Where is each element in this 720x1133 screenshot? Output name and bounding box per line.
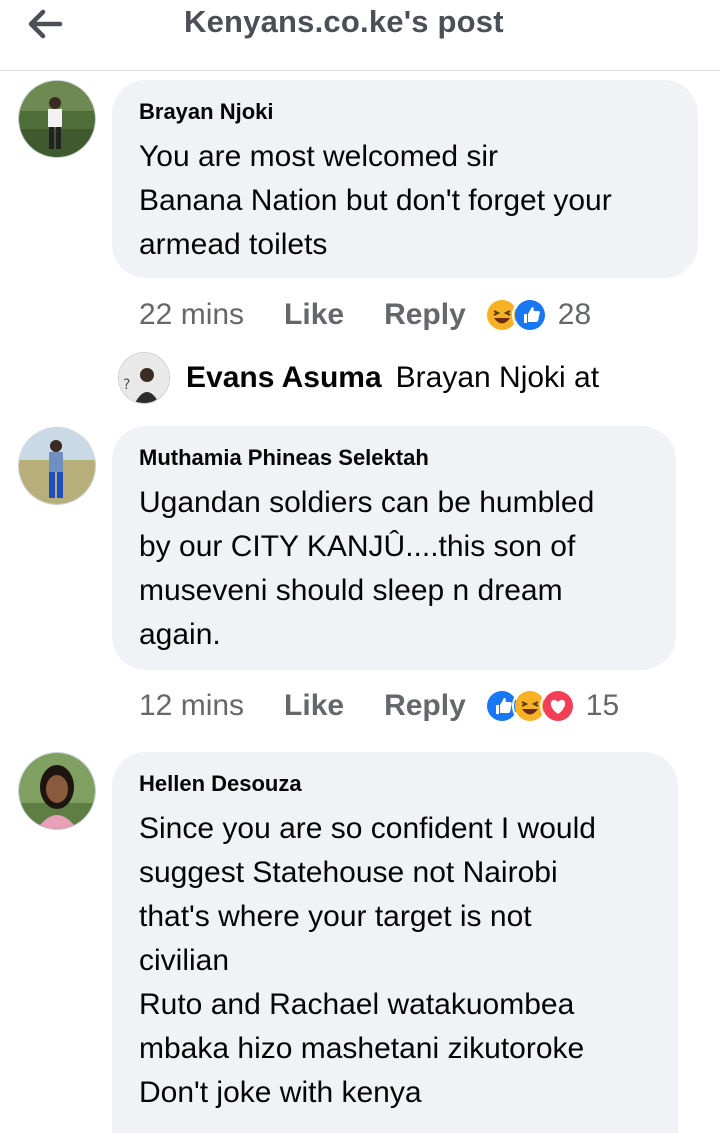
avatar[interactable]: ? — [118, 352, 170, 404]
timestamp[interactable]: 12 mins — [139, 689, 244, 723]
comment-line: You are most welcomed sir — [139, 140, 499, 173]
reply-text: Brayan Njoki at — [395, 361, 600, 394]
comment-line: suggest Statehouse not Nairobi — [139, 856, 558, 889]
avatar[interactable] — [18, 752, 96, 830]
timestamp[interactable]: 22 mins — [139, 298, 244, 332]
reply-button[interactable]: Reply — [384, 689, 466, 723]
comment-actions: 12 mins Like Reply 15 — [139, 686, 619, 726]
comment-bubble[interactable]: Muthamia Phineas Selektah Ugandan soldie… — [112, 426, 676, 670]
comment-bubble[interactable]: Brayan Njoki You are most welcomed sir B… — [112, 80, 698, 278]
comment-line: Ruto and Rachael watakuombea — [139, 988, 575, 1021]
comment-line: mbaka hizo mashetani zikutoroke — [139, 1032, 585, 1065]
back-button[interactable] — [22, 4, 68, 44]
avatar-photo: ? — [119, 353, 169, 403]
like-reaction-icon — [511, 297, 548, 333]
comment-text: Since you are so confident I would sugge… — [139, 807, 596, 1115]
comment-line: Don't joke with kenya — [139, 1076, 422, 1109]
avatar-photo — [19, 81, 95, 157]
comment-line: again. — [139, 618, 221, 651]
reaction-count[interactable]: 28 — [558, 298, 591, 332]
comment-text: Ugandan soldiers can be humbled by our C… — [139, 481, 594, 657]
comment-text: You are most welcomed sir Banana Nation … — [139, 135, 612, 267]
arrow-left-icon — [28, 9, 63, 39]
comment-author[interactable]: Brayan Njoki — [139, 99, 612, 125]
reply-preview[interactable]: ? Evans Asuma Brayan Njoki at — [118, 350, 599, 406]
comment-line: armead toilets — [139, 228, 328, 261]
like-button[interactable]: Like — [284, 298, 344, 332]
reaction-icons[interactable] — [483, 297, 548, 333]
reply-button[interactable]: Reply — [384, 298, 466, 332]
comment-bubble[interactable]: Hellen Desouza Since you are so confiden… — [112, 752, 678, 1133]
svg-text:?: ? — [123, 377, 130, 393]
love-reaction-icon — [539, 688, 576, 724]
avatar-photo — [19, 753, 95, 829]
avatar-photo — [19, 428, 95, 504]
page-title: Kenyans.co.ke's post — [184, 4, 504, 39]
comment-line: Since you are so confident I would — [139, 812, 596, 845]
avatar[interactable] — [18, 80, 96, 158]
comment-line: Ugandan soldiers can be humbled — [139, 486, 595, 519]
comment-line: museveni should sleep n dream — [139, 574, 563, 607]
reaction-icons[interactable] — [483, 688, 576, 724]
comment-line: that's where your target is not — [139, 900, 532, 933]
reaction-count[interactable]: 15 — [586, 689, 619, 723]
comment-line: by our CITY KANJÛ....this son of — [139, 530, 576, 563]
reply-author[interactable]: Evans Asuma — [186, 361, 382, 395]
comment-line: civilian — [139, 944, 230, 977]
avatar[interactable] — [18, 427, 96, 505]
comment-actions: 22 mins Like Reply 28 — [139, 295, 591, 335]
like-button[interactable]: Like — [284, 689, 344, 723]
comment-line: Banana Nation but don't forget your — [139, 184, 612, 217]
comment-author[interactable]: Hellen Desouza — [139, 771, 596, 797]
comment-author[interactable]: Muthamia Phineas Selektah — [139, 445, 594, 471]
top-bar: Kenyans.co.ke's post — [0, 0, 720, 71]
